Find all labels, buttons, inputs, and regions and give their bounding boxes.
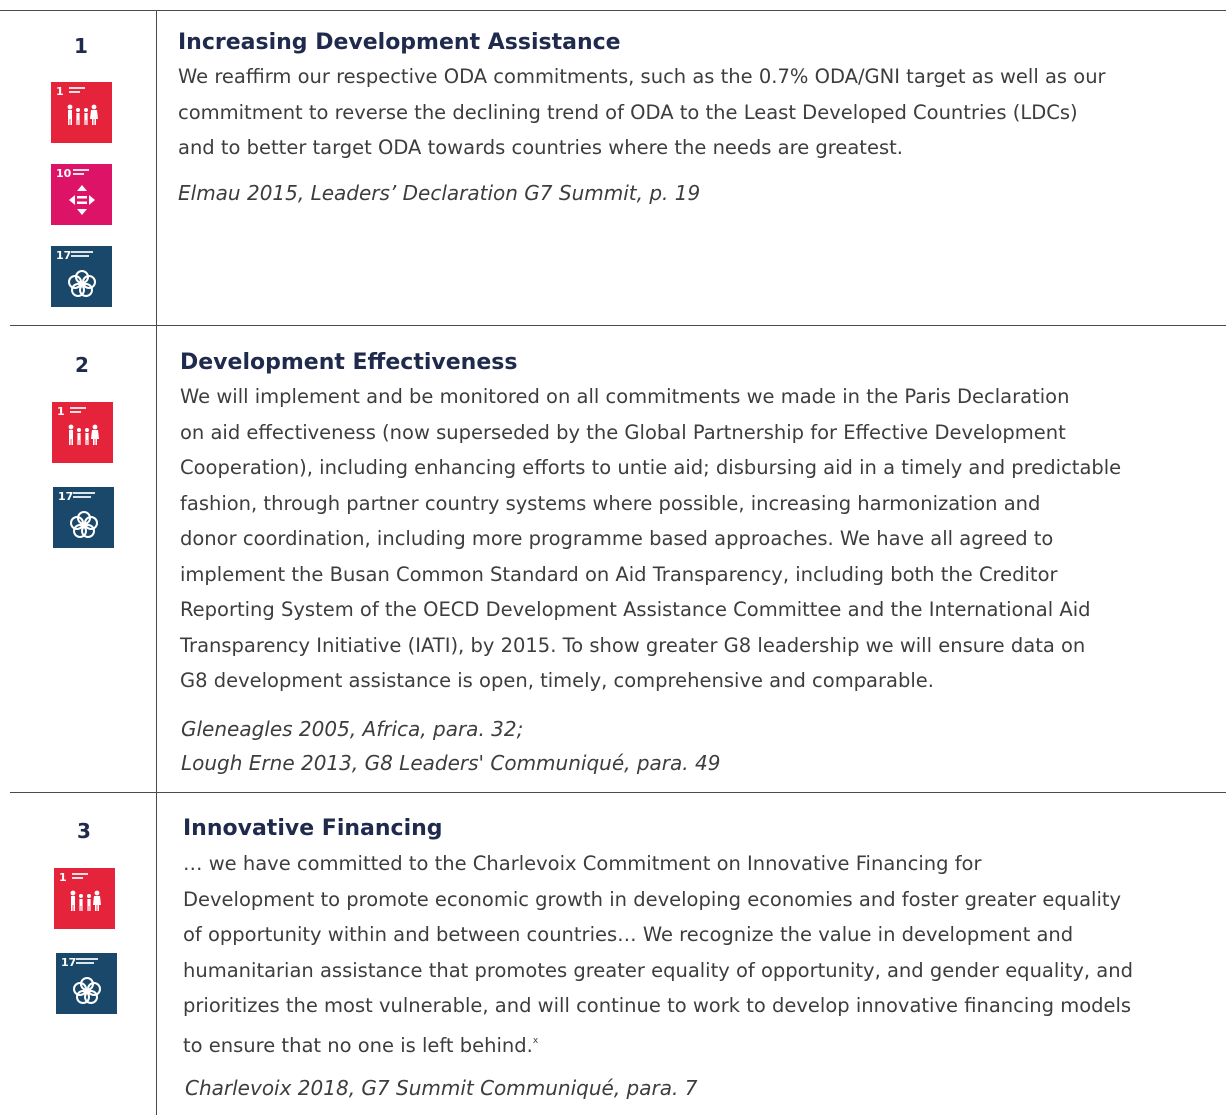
row-number: 1	[74, 34, 88, 58]
row-citation: Gleneagles 2005, Africa, para. 32; Lough…	[181, 717, 721, 775]
family-icon	[67, 104, 98, 125]
row-title: Increasing Development Assistance	[178, 30, 621, 55]
row-title: Development Effectiveness	[180, 350, 518, 375]
row-body: We reaffirm our respective ODA commitmen…	[178, 65, 1106, 159]
row-number: 2	[75, 353, 89, 377]
flower-icon	[70, 511, 98, 538]
sdg-17-icon: 17	[56, 953, 117, 1014]
row-citation: Charlevoix 2018, G7 Summit Communiqué, p…	[185, 1076, 698, 1100]
sdg-1-icon: 1	[54, 868, 115, 929]
row-citation: Elmau 2015, Leaders’ Declaration G7 Summ…	[178, 181, 701, 205]
row-title: Innovative Financing	[183, 816, 443, 841]
flower-icon	[73, 977, 101, 1004]
family-icon	[68, 424, 99, 445]
row-number: 3	[77, 819, 91, 843]
sdg-10-icon: 10	[51, 164, 112, 225]
flower-icon	[68, 270, 96, 297]
row-body: We will implement and be monitored on al…	[180, 385, 1122, 692]
row-body: … we have committed to the Charlevoix Co…	[183, 852, 1133, 1057]
sdg-1-icon: 1	[51, 82, 112, 143]
sdg-17-icon: 17	[51, 246, 112, 307]
family-icon	[70, 890, 101, 911]
last-line-text: to ensure that no one is left behind.	[183, 1033, 533, 1057]
row-divider	[10, 792, 1226, 793]
table-top-rule	[0, 10, 1226, 11]
sdg-17-icon: 17	[53, 487, 114, 548]
equality-arrows-icon	[69, 185, 95, 215]
footnote-marker: x	[532, 1035, 539, 1046]
sdg-1-icon: 1	[52, 402, 113, 463]
column-divider	[156, 10, 157, 1115]
row-divider	[10, 325, 1226, 326]
